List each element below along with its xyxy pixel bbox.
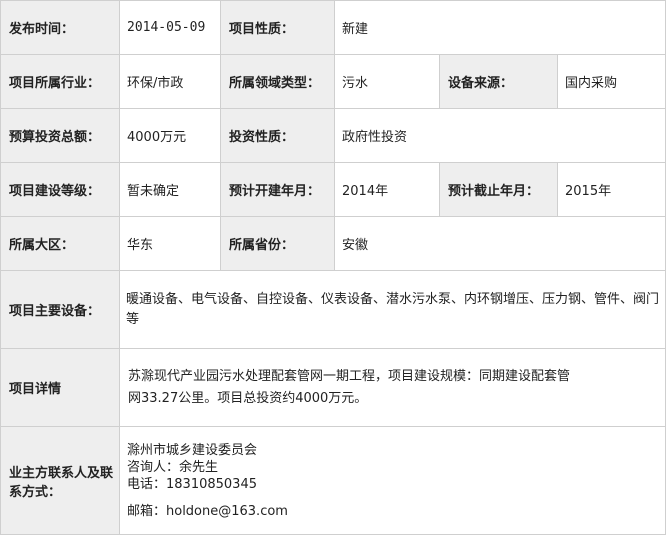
project-nature-value: 新建	[333, 0, 667, 55]
contact-phone: 电话：18310850345	[127, 476, 257, 492]
row-equipment: 项目主要设备： 暖通设备、电气设备、自控设备、仪表设备、潜水污水泵、内环钢增压、…	[0, 270, 667, 349]
investment-nature-value: 政府性投资	[333, 108, 667, 163]
region-label: 所属大区：	[0, 216, 120, 271]
publish-time-label: 发布时间：	[0, 0, 120, 55]
contact-consultant: 咨询人：余先生	[127, 459, 219, 475]
contact-label: 业主方联系人及联系方式：	[0, 426, 120, 535]
province-label: 所属省份：	[220, 216, 335, 271]
publish-time-value: 2014-05-09	[119, 0, 221, 55]
equipment-source-value: 国内采购	[556, 54, 667, 109]
expected-start-value: 2014年	[334, 162, 440, 217]
details-label: 项目详情	[0, 348, 120, 427]
domain-type-label: 所属领域类型：	[220, 54, 335, 109]
industry-value: 环保/市政	[119, 54, 221, 109]
project-nature-label: 项目性质：	[220, 0, 335, 55]
expected-start-label: 预计开建年月：	[220, 162, 335, 217]
budget-label: 预算投资总额：	[0, 108, 120, 163]
expected-end-label: 预计截止年月：	[439, 162, 558, 217]
row-schedule: 项目建设等级： 暂未确定 预计开建年月： 2014年 预计截止年月： 2015年	[0, 162, 667, 217]
main-equipment-value: 暖通设备、电气设备、自控设备、仪表设备、潜水污水泵、内环钢增压、压力钢、管件、阀…	[118, 270, 667, 349]
construction-level-value: 暂未确定	[119, 162, 221, 217]
budget-value: 4000万元	[119, 108, 221, 163]
row-region: 所属大区： 华东 所属省份： 安徽	[0, 216, 667, 271]
details-line-2: 网33.27公里。项目总投资约4000万元。	[128, 390, 368, 406]
contact-email[interactable]: 邮箱：holdone@163.com	[127, 503, 665, 520]
contact-org: 滁州市城乡建设委员会	[127, 442, 258, 458]
region-value: 华东	[119, 216, 221, 271]
contact-spacer	[127, 493, 665, 503]
equipment-source-label: 设备来源：	[439, 54, 558, 109]
project-info-table: 发布时间： 2014-05-09 项目性质： 新建 项目所属行业： 环保/市政 …	[0, 0, 667, 535]
contact-value: 滁州市城乡建设委员会 咨询人：余先生 电话：18310850345 邮箱：hol…	[118, 426, 667, 535]
details-value: 苏滁现代产业园污水处理配套管网一期工程，项目建设规模：同期建设配套管 网33.2…	[118, 348, 667, 427]
details-line-1: 苏滁现代产业园污水处理配套管网一期工程，项目建设规模：同期建设配套管	[128, 368, 571, 384]
main-equipment-label: 项目主要设备：	[0, 270, 120, 349]
row-details: 项目详情 苏滁现代产业园污水处理配套管网一期工程，项目建设规模：同期建设配套管 …	[0, 348, 667, 427]
investment-nature-label: 投资性质：	[220, 108, 335, 163]
row-industry: 项目所属行业： 环保/市政 所属领域类型： 污水 设备来源： 国内采购	[0, 54, 667, 109]
row-budget: 预算投资总额： 4000万元 投资性质： 政府性投资	[0, 108, 667, 163]
row-publish: 发布时间： 2014-05-09 项目性质： 新建	[0, 0, 667, 55]
province-value: 安徽	[333, 216, 667, 271]
construction-level-label: 项目建设等级：	[0, 162, 120, 217]
row-contact: 业主方联系人及联系方式： 滁州市城乡建设委员会 咨询人：余先生 电话：18310…	[0, 426, 667, 535]
industry-label: 项目所属行业：	[0, 54, 120, 109]
expected-end-value: 2015年	[556, 162, 667, 217]
domain-type-value: 污水	[334, 54, 440, 109]
